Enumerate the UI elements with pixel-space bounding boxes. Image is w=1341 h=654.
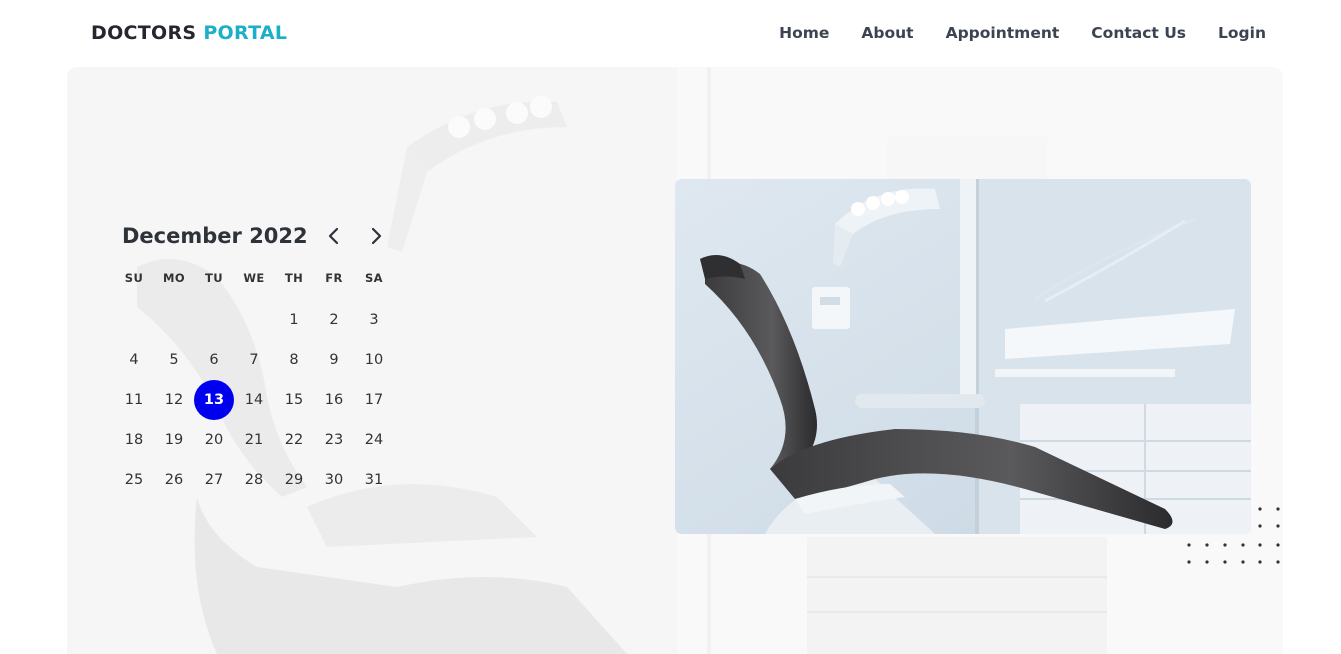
nav-home-link[interactable]: Home (779, 24, 829, 42)
calendar-day[interactable]: 9 (314, 340, 354, 380)
calendar-day (234, 300, 274, 340)
calendar-header: December 2022 (114, 222, 394, 254)
dental-chair-illustration (675, 179, 1251, 534)
calendar-day (194, 300, 234, 340)
calendar-day[interactable]: 22 (274, 420, 314, 460)
calendar-day[interactable]: 28 (234, 460, 274, 500)
calendar-week-row: 1 2 3 (114, 300, 394, 340)
dental-chair-photo (675, 179, 1251, 534)
chevron-right-icon[interactable] (365, 225, 387, 247)
weekday-label: SA (365, 270, 383, 285)
calendar-day[interactable]: 6 (194, 340, 234, 380)
calendar-weekday-row: SU MO TU WE TH FR SA (114, 266, 394, 289)
brand-name-primary: DOCTORS (91, 22, 197, 44)
calendar-week-row: 4 5 6 7 8 9 10 (114, 340, 394, 380)
calendar-day[interactable]: 19 (154, 420, 194, 460)
weekday-label: TU (205, 270, 223, 285)
calendar-month-label: December 2022 (122, 224, 308, 248)
calendar-day[interactable]: 1 (274, 300, 314, 340)
calendar-day[interactable]: 7 (234, 340, 274, 380)
nav-appointment-link[interactable]: Appointment (946, 24, 1060, 42)
calendar-day[interactable]: 12 (154, 380, 194, 420)
calendar-day[interactable]: 18 (114, 420, 154, 460)
calendar-day[interactable]: 3 (354, 300, 394, 340)
calendar-day (154, 300, 194, 340)
calendar-day[interactable]: 14 (234, 380, 274, 420)
calendar-day[interactable]: 2 (314, 300, 354, 340)
calendar-day[interactable]: 15 (274, 380, 314, 420)
calendar-week-row: 18 19 20 21 22 23 24 (114, 420, 394, 460)
calendar-week-row: 25 26 27 28 29 30 31 (114, 460, 394, 500)
nav-login-link[interactable]: Login (1218, 24, 1266, 42)
calendar-day[interactable]: 29 (274, 460, 314, 500)
calendar-day[interactable]: 31 (354, 460, 394, 500)
selected-day-label: 13 (194, 380, 234, 420)
calendar-day[interactable]: 26 (154, 460, 194, 500)
calendar-day[interactable]: 23 (314, 420, 354, 460)
nav-about-link[interactable]: About (861, 24, 913, 42)
calendar-day[interactable]: 5 (154, 340, 194, 380)
calendar-day[interactable]: 21 (234, 420, 274, 460)
calendar-day[interactable]: 17 (354, 380, 394, 420)
nav-contact-link[interactable]: Contact Us (1091, 24, 1186, 42)
appointment-calendar: December 2022 SU MO TU WE TH FR SA 1 2 3 (114, 222, 394, 488)
weekday-label: SU (124, 270, 144, 285)
calendar-day-selected[interactable]: 13 (194, 380, 234, 420)
decorative-dots (1187, 507, 1280, 564)
calendar-day[interactable]: 25 (114, 460, 154, 500)
calendar-day[interactable]: 10 (354, 340, 394, 380)
calendar-day[interactable]: 30 (314, 460, 354, 500)
calendar-day[interactable]: 8 (274, 340, 314, 380)
calendar-day[interactable]: 20 (194, 420, 234, 460)
calendar-day[interactable]: 27 (194, 460, 234, 500)
calendar-week-row: 11 12 13 14 15 16 17 (114, 380, 394, 420)
calendar-day[interactable]: 4 (114, 340, 154, 380)
navbar: DOCTORS PORTAL Home About Appointment Co… (0, 0, 1341, 67)
calendar-day (114, 300, 154, 340)
brand-name-accent: PORTAL (203, 22, 288, 44)
weekday-label: FR (325, 270, 343, 285)
calendar-day[interactable]: 11 (114, 380, 154, 420)
calendar-day[interactable]: 24 (354, 420, 394, 460)
weekday-label: TH (284, 270, 304, 285)
chevron-left-icon[interactable] (323, 225, 345, 247)
calendar-grid: SU MO TU WE TH FR SA 1 2 3 4 5 6 7 8 9 1… (114, 266, 394, 500)
brand-logo[interactable]: DOCTORS PORTAL (91, 22, 287, 44)
main-nav: Home About Appointment Contact Us Login (779, 24, 1266, 42)
calendar-day[interactable]: 16 (314, 380, 354, 420)
weekday-label: MO (162, 270, 186, 285)
weekday-label: WE (243, 270, 265, 285)
